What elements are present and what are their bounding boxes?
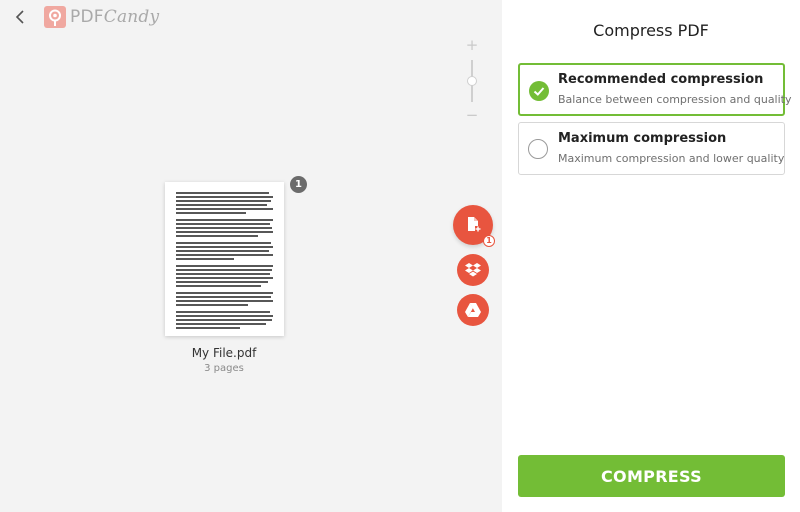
google-drive-button[interactable] xyxy=(457,294,489,326)
add-file-count-badge: 1 xyxy=(483,235,495,247)
doc-text-line xyxy=(176,235,259,237)
add-file-icon xyxy=(468,217,481,232)
doc-text-line xyxy=(176,242,272,244)
doc-text-line xyxy=(176,327,241,329)
doc-text-line xyxy=(176,311,271,313)
doc-text-line xyxy=(176,246,273,248)
doc-text-line xyxy=(176,315,273,317)
option-description: Balance between compression and quality xyxy=(558,93,792,106)
doc-text-line xyxy=(176,281,269,283)
doc-text-line xyxy=(176,250,270,252)
doc-text-line xyxy=(176,319,273,321)
doc-text-line xyxy=(176,273,271,275)
option-title: Maximum compression xyxy=(558,131,727,146)
chevron-left-icon xyxy=(15,10,24,24)
doc-text-line xyxy=(176,296,272,298)
radio-unchecked[interactable] xyxy=(528,139,548,159)
page-count-badge: 1 xyxy=(290,176,307,193)
dropbox-icon xyxy=(465,263,481,277)
zoom-control: + − xyxy=(462,38,482,123)
doc-text-line xyxy=(176,292,273,294)
check-icon xyxy=(533,87,545,96)
doc-text-line xyxy=(176,265,273,267)
dropbox-button[interactable] xyxy=(457,254,489,286)
option-maximum-compression[interactable]: Maximum compression Maximum compression … xyxy=(518,122,785,175)
logo[interactable]: PDFCandy xyxy=(44,6,159,28)
option-recommended-compression[interactable]: Recommended compression Balance between … xyxy=(518,63,792,116)
doc-text-line xyxy=(176,208,273,210)
zoom-slider-thumb[interactable] xyxy=(467,76,477,86)
compress-button[interactable]: COMPRESS xyxy=(518,455,785,497)
doc-text-line xyxy=(176,300,273,302)
document-thumbnail[interactable] xyxy=(165,182,284,336)
option-title: Recommended compression xyxy=(558,72,764,87)
preview-area: PDFCandy + − 1 My File.pdf 3 pages 1 xyxy=(0,0,502,512)
doc-text-line xyxy=(176,323,267,325)
doc-text-line xyxy=(176,227,273,229)
file-pages: 3 pages xyxy=(204,363,244,374)
doc-text-line xyxy=(176,200,272,202)
zoom-out-button[interactable]: − xyxy=(462,108,482,123)
doc-text-line xyxy=(176,269,273,271)
doc-text-line xyxy=(176,277,273,279)
option-description: Maximum compression and lower quality xyxy=(558,152,785,165)
brand-name: PDFCandy xyxy=(70,7,160,27)
candy-logo-icon xyxy=(44,6,66,28)
panel-title: Compress PDF xyxy=(593,21,709,40)
zoom-in-button[interactable]: + xyxy=(462,38,482,53)
doc-text-line xyxy=(176,204,268,206)
doc-text-line xyxy=(176,231,273,233)
file-name: My File.pdf xyxy=(191,346,257,360)
google-drive-icon xyxy=(465,303,481,317)
doc-text-line xyxy=(176,212,246,214)
doc-text-line xyxy=(176,219,273,221)
doc-text-line xyxy=(176,254,273,256)
doc-text-line xyxy=(176,304,248,306)
doc-text-line xyxy=(176,223,271,225)
doc-text-line xyxy=(176,192,270,194)
radio-checked[interactable] xyxy=(529,81,549,101)
settings-panel: Compress PDF Recommended compression Bal… xyxy=(502,0,800,512)
doc-text-line xyxy=(176,196,273,198)
back-button[interactable] xyxy=(10,6,32,28)
doc-text-line xyxy=(176,285,262,287)
doc-text-line xyxy=(176,258,235,260)
